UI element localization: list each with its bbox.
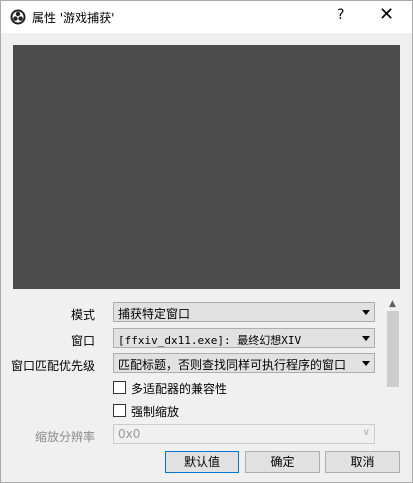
- ok-button[interactable]: 确定: [245, 451, 320, 473]
- mode-label: 模式: [70, 308, 95, 322]
- dropdown-arrow-icon: [362, 310, 370, 315]
- dropdown-arrow-icon: [362, 361, 370, 366]
- window-value: [ffxiv_dx11.exe]: 最终幻想XIV: [118, 334, 302, 347]
- match-priority-value: 匹配标题，否则查找同样可执行程序的窗口: [118, 358, 347, 372]
- help-button[interactable]: ?: [337, 7, 344, 23]
- chevron-down-icon: ∨: [362, 427, 370, 438]
- scale-resolution-value: 0x0: [118, 427, 141, 441]
- capture-preview: [13, 45, 400, 289]
- multi-adapter-label: 多适配器的兼容性: [131, 382, 228, 396]
- window-select[interactable]: [ffxiv_dx11.exe]: 最终幻想XIV: [113, 328, 375, 348]
- defaults-button[interactable]: 默认值: [165, 451, 239, 473]
- mode-value: 捕获特定窗口: [118, 307, 191, 321]
- close-button[interactable]: ✕: [379, 4, 394, 25]
- cancel-button[interactable]: 取消: [325, 451, 400, 473]
- window-label: 窗口: [70, 334, 95, 348]
- scrollbar-thumb[interactable]: [387, 311, 399, 387]
- force-scaling-label: 强制缩放: [131, 405, 180, 419]
- force-scaling-checkbox[interactable]: [113, 404, 126, 417]
- multi-adapter-checkbox[interactable]: [113, 381, 126, 394]
- mode-select[interactable]: 捕获特定窗口: [113, 302, 375, 322]
- scroll-up-icon[interactable]: ▲: [389, 299, 396, 309]
- match-priority-label: 窗口匹配优先级: [10, 359, 95, 373]
- scale-resolution-select: 0x0 ∨: [113, 424, 375, 444]
- title-bar: 属性 '游戏捕获' ? ✕: [1, 1, 412, 33]
- match-priority-select[interactable]: 匹配标题，否则查找同样可执行程序的窗口: [113, 353, 375, 373]
- scale-resolution-label: 缩放分辨率: [34, 430, 95, 444]
- dropdown-arrow-icon: [362, 336, 370, 341]
- window-title: 属性 '游戏捕获': [32, 11, 115, 25]
- properties-dialog: 属性 '游戏捕获' ? ✕ 模式 捕获特定窗口 窗口 [ffxiv_dx11.e…: [0, 0, 413, 483]
- obs-logo-icon: [10, 9, 26, 25]
